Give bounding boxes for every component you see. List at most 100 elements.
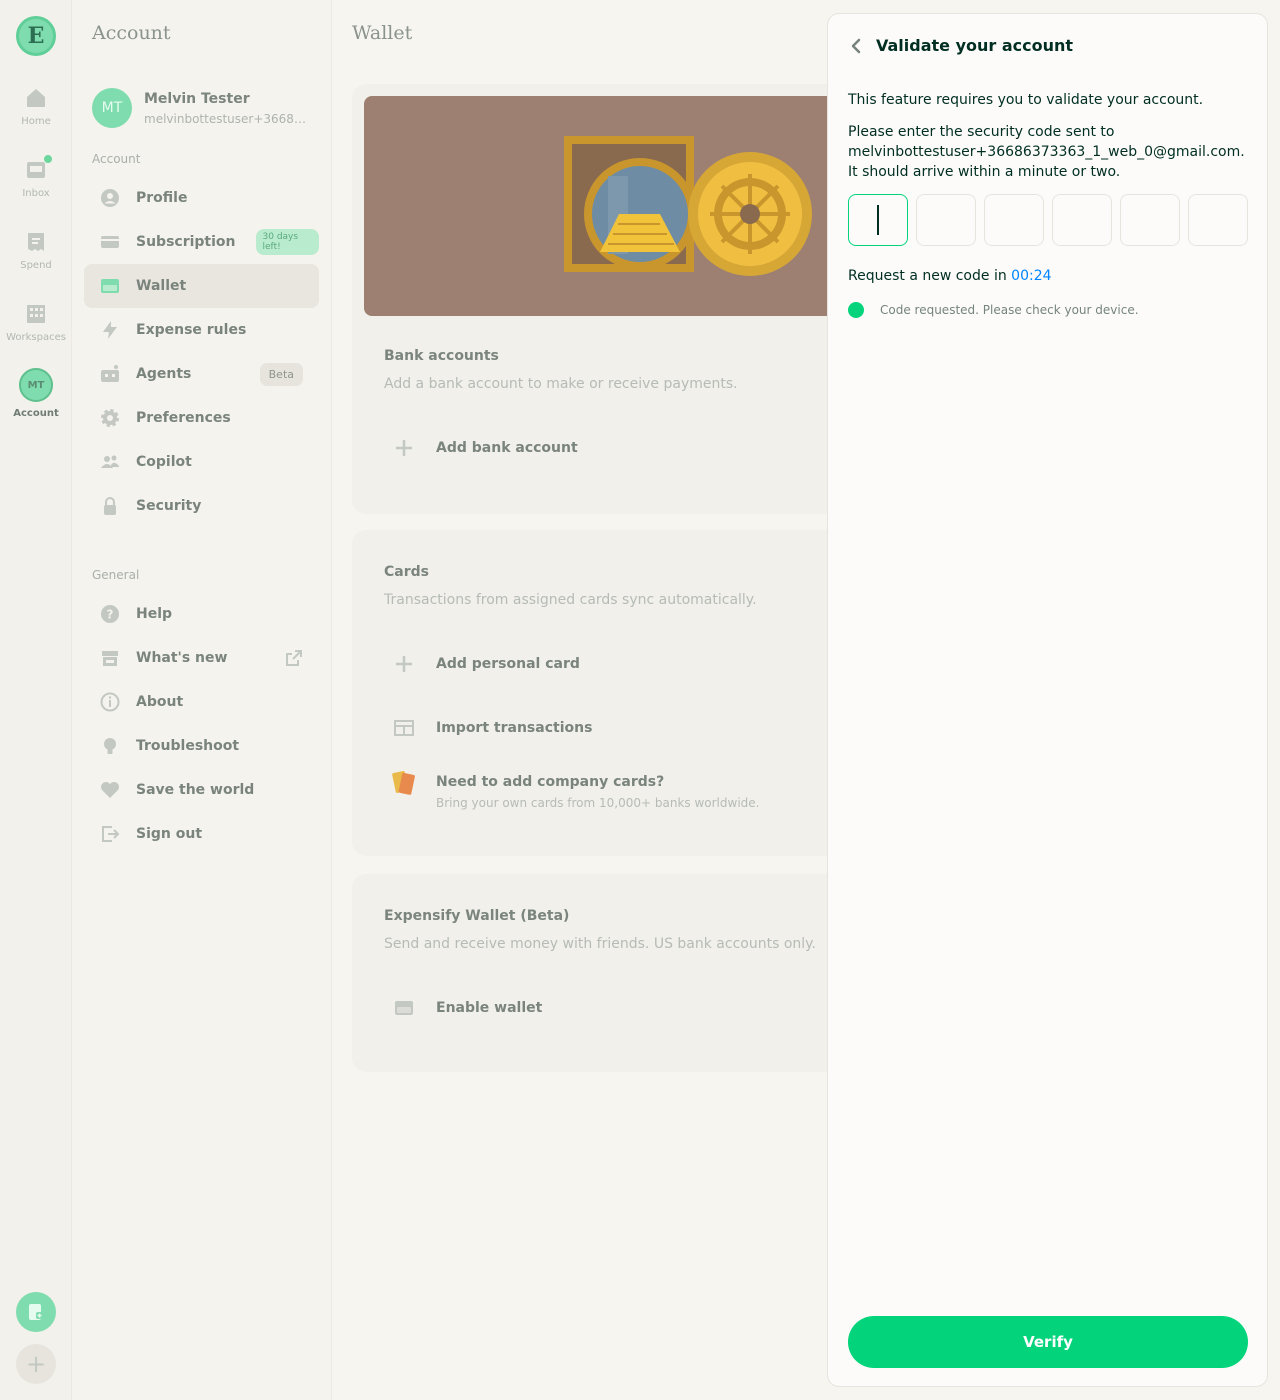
plus-icon: + bbox=[25, 1350, 47, 1378]
user-email: melvinbottestuser+366863... bbox=[144, 112, 312, 126]
sidebar-item-save-the-world[interactable]: Save the world bbox=[84, 768, 319, 812]
add-personal-card-button[interactable]: Add personal card bbox=[392, 652, 580, 676]
text-caret bbox=[877, 205, 879, 235]
bank-accounts-heading: Bank accounts bbox=[384, 348, 499, 364]
row-label: Add personal card bbox=[436, 656, 580, 672]
sidebar-item-sign-out[interactable]: Sign out bbox=[84, 812, 319, 856]
sidebar-item-agents[interactable]: Agents Beta bbox=[84, 352, 319, 396]
inbox-unread-dot bbox=[44, 155, 52, 163]
panel-title: Validate your account bbox=[876, 36, 1074, 55]
sidebar-item-whats-new[interactable]: What's new bbox=[84, 636, 319, 680]
receipt-plus-icon bbox=[29, 1304, 43, 1320]
code-digit-1[interactable] bbox=[848, 194, 908, 246]
add-button[interactable]: + bbox=[16, 1344, 56, 1384]
robot-icon bbox=[101, 365, 119, 382]
sidebar-item-label: Help bbox=[136, 606, 173, 622]
rail-item-home[interactable]: Home bbox=[0, 86, 72, 127]
sidebar-item-label: Agents bbox=[136, 366, 192, 382]
rail-label: Account bbox=[13, 408, 59, 419]
building-icon bbox=[27, 305, 45, 323]
gift-icon bbox=[102, 651, 118, 666]
users-icon bbox=[101, 455, 119, 468]
sidebar-item-preferences[interactable]: Preferences bbox=[84, 396, 319, 440]
sidebar-item-expense-rules[interactable]: Expense rules bbox=[84, 308, 319, 352]
sidebar-item-troubleshoot[interactable]: Troubleshoot bbox=[84, 724, 319, 768]
beta-badge: Beta bbox=[259, 362, 303, 386]
company-cards-icon bbox=[392, 771, 415, 795]
code-digit-2[interactable] bbox=[916, 194, 976, 246]
sidebar-item-about[interactable]: About bbox=[84, 680, 319, 724]
row-label: Enable wallet bbox=[436, 1000, 543, 1016]
sidebar-item-label: Save the world bbox=[136, 782, 255, 798]
heart-icon bbox=[101, 782, 119, 798]
resend-timer: 00:24 bbox=[1011, 268, 1052, 284]
validate-intro: This feature requires you to validate yo… bbox=[848, 92, 1204, 108]
enable-wallet-button[interactable]: Enable wallet bbox=[392, 996, 542, 1020]
status-text: Code requested. Please check your device… bbox=[880, 303, 1139, 317]
code-digit-5[interactable] bbox=[1120, 194, 1180, 246]
page-title: Wallet bbox=[352, 22, 413, 44]
trial-badge: 30 days left! bbox=[255, 229, 319, 255]
sidebar-item-label: Sign out bbox=[136, 826, 203, 842]
section-label-general: General bbox=[92, 568, 140, 582]
sign-out-icon bbox=[102, 826, 120, 842]
rail-item-workspaces[interactable]: Workspaces bbox=[0, 302, 72, 343]
wallet-icon bbox=[395, 1001, 413, 1015]
sidebar-item-copilot[interactable]: Copilot bbox=[84, 440, 319, 484]
sidebar-item-label: What's new bbox=[136, 650, 228, 666]
request-code-label: Request a new code in bbox=[848, 268, 1012, 284]
code-digit-4[interactable] bbox=[1052, 194, 1112, 246]
lock-icon bbox=[104, 497, 116, 515]
expensify-logo[interactable]: E bbox=[16, 16, 56, 56]
sidebar-item-label: Preferences bbox=[136, 410, 231, 426]
vault-illustration-image bbox=[564, 136, 812, 276]
security-code-input[interactable] bbox=[848, 194, 1248, 246]
svg-text:?: ? bbox=[107, 608, 114, 622]
rail-item-spend[interactable]: Spend bbox=[0, 230, 72, 271]
navigation-rail: E Home Inbox Spend Workspaces MT Account… bbox=[0, 0, 72, 1400]
company-cards-button[interactable]: Need to add company cards? bbox=[392, 770, 665, 795]
add-bank-account-button[interactable]: Add bank account bbox=[392, 436, 578, 460]
code-digit-3[interactable] bbox=[984, 194, 1044, 246]
sidebar-item-label: Wallet bbox=[136, 278, 187, 294]
row-label: Need to add company cards? bbox=[436, 774, 665, 790]
sidebar-item-label: Security bbox=[136, 498, 202, 514]
cards-subtitle: Transactions from assigned cards sync au… bbox=[384, 592, 757, 608]
lightning-icon bbox=[103, 321, 117, 339]
credit-card-icon bbox=[101, 236, 119, 248]
rail-item-account[interactable]: MT Account bbox=[0, 368, 72, 419]
user-avatar[interactable]: MT bbox=[92, 88, 132, 128]
row-label: Add bank account bbox=[436, 440, 578, 456]
wallet-icon bbox=[101, 279, 119, 293]
import-transactions-button[interactable]: Import transactions bbox=[392, 716, 592, 740]
section-label-account: Account bbox=[92, 152, 141, 166]
sidebar-item-subscription[interactable]: Subscription 30 days left! bbox=[84, 220, 319, 264]
avatar: MT bbox=[19, 368, 53, 402]
bank-accounts-subtitle: Add a bank account to make or receive pa… bbox=[384, 376, 738, 392]
sidebar-item-profile[interactable]: Profile bbox=[84, 176, 319, 220]
wallet-heading: Expensify Wallet (Beta) bbox=[384, 908, 570, 924]
code-digit-6[interactable] bbox=[1188, 194, 1248, 246]
lightbulb-icon bbox=[104, 738, 116, 754]
external-link-icon bbox=[286, 650, 302, 666]
sidebar-item-label: Subscription bbox=[136, 234, 236, 250]
rail-label: Workspaces bbox=[6, 332, 66, 343]
verify-button[interactable]: Verify bbox=[848, 1316, 1248, 1368]
sidebar-item-wallet[interactable]: Wallet bbox=[84, 264, 319, 308]
sidebar-item-label: About bbox=[136, 694, 184, 710]
rail-item-inbox[interactable]: Inbox bbox=[0, 155, 72, 199]
user-name[interactable]: Melvin Tester bbox=[144, 91, 250, 107]
cards-heading: Cards bbox=[384, 564, 429, 580]
back-arrow-icon[interactable] bbox=[846, 36, 866, 56]
request-new-code: Request a new code in 00:24 bbox=[848, 266, 1248, 286]
sidebar-item-help[interactable]: ? Help bbox=[84, 592, 319, 636]
sidebar-item-label: Profile bbox=[136, 190, 188, 206]
create-expense-button[interactable] bbox=[16, 1292, 56, 1332]
company-cards-subtitle: Bring your own cards from 10,000+ banks … bbox=[436, 796, 760, 810]
validate-account-panel: Validate your account This feature requi… bbox=[827, 13, 1268, 1387]
success-dot bbox=[848, 302, 864, 318]
rail-label: Inbox bbox=[22, 188, 50, 199]
sidebar-item-security[interactable]: Security bbox=[84, 484, 319, 528]
vault-illustration bbox=[364, 96, 884, 316]
plus-icon bbox=[396, 440, 412, 456]
